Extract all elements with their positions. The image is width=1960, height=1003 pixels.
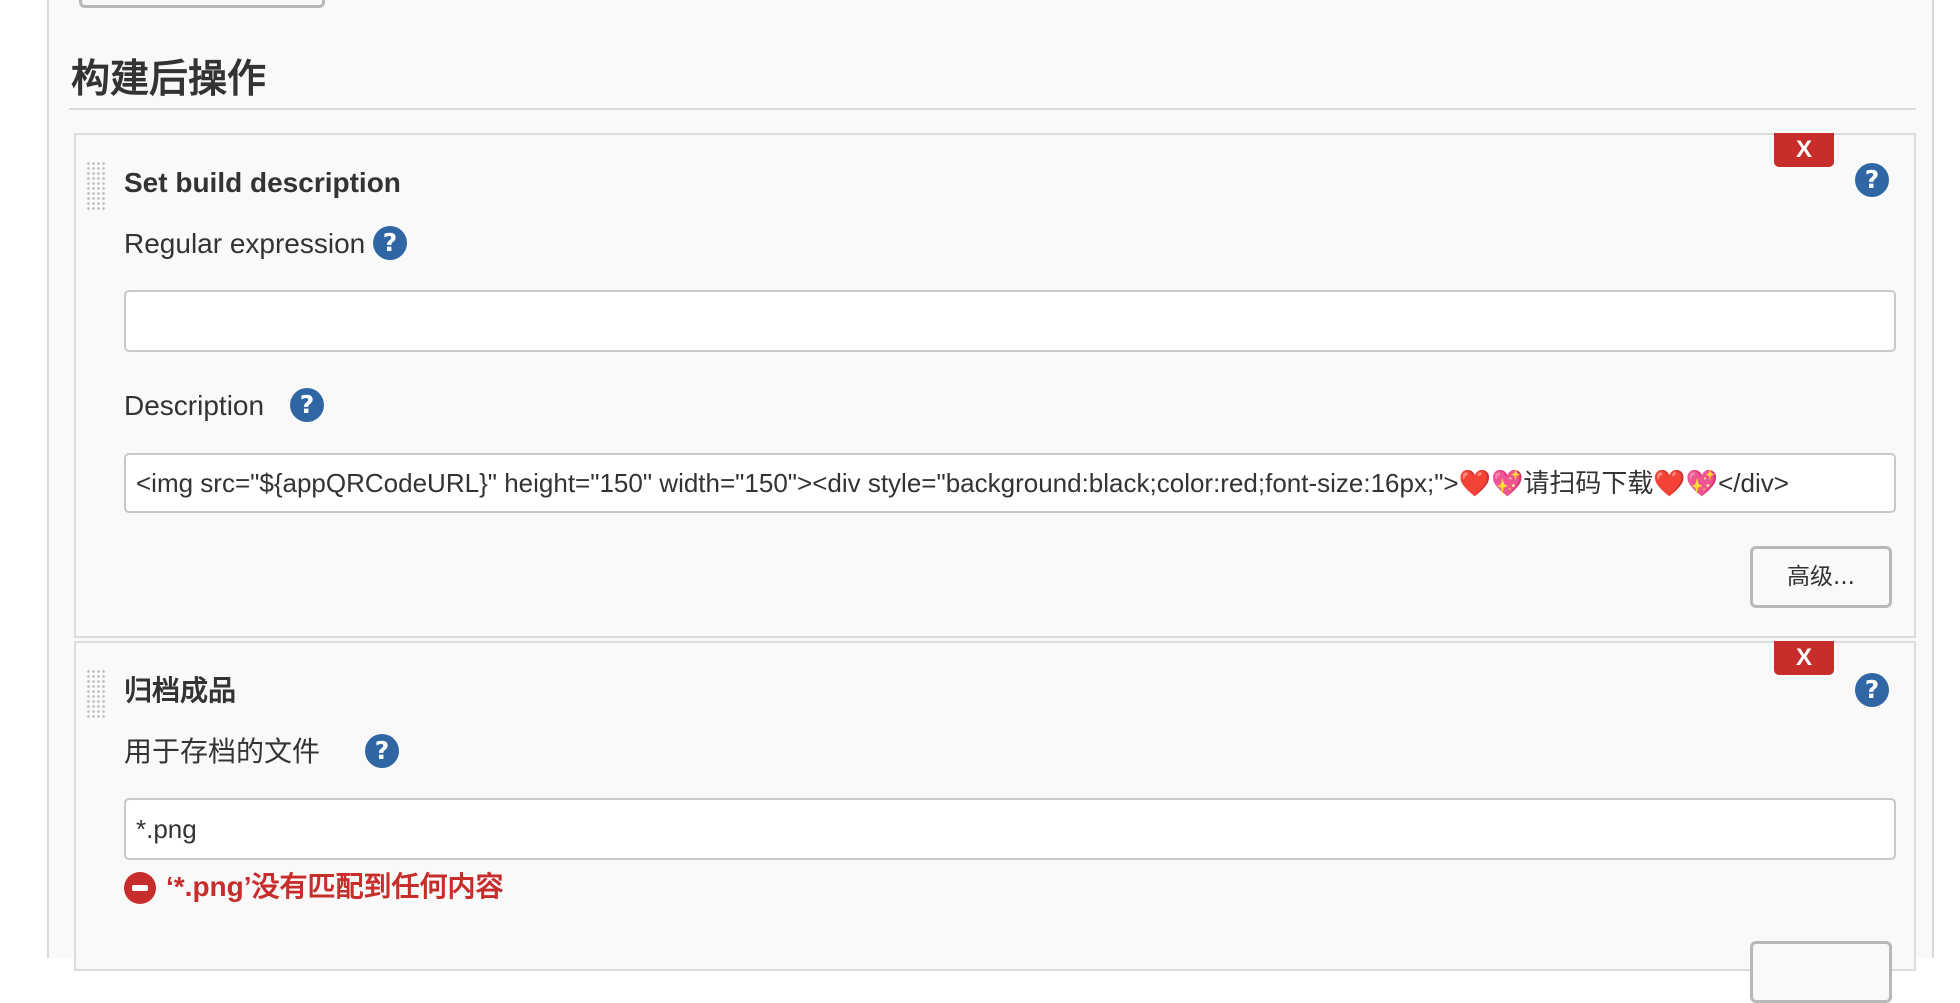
description-label: Description	[124, 390, 265, 421]
drag-handle-icon[interactable]	[86, 669, 106, 719]
help-icon[interactable]: ?	[1855, 163, 1889, 197]
advanced-button[interactable]: 高级...	[1750, 546, 1892, 608]
description-input[interactable]: <img src="${appQRCodeURL}" height="150" …	[124, 453, 1896, 513]
drag-handle-icon[interactable]	[86, 161, 106, 211]
section-title: 构建后操作	[71, 57, 267, 102]
description-help-icon[interactable]: ?	[290, 388, 324, 422]
error-message: ‘*.png’没有匹配到任何内容	[166, 871, 504, 902]
previous-section-button[interactable]	[79, 0, 325, 8]
regex-help-icon[interactable]: ?	[373, 226, 407, 260]
delete-step-button[interactable]: X	[1774, 133, 1834, 167]
regex-label: Regular expression	[124, 228, 366, 259]
help-icon[interactable]: ?	[1855, 673, 1889, 707]
delete-step-button[interactable]: X	[1774, 641, 1834, 675]
archive-files-label: 用于存档的文件	[124, 736, 321, 767]
post-build-step-archive-artifacts: 归档成品 X ? 用于存档的文件 ? *.png ‘*.png’没有匹配到任何内…	[74, 641, 1916, 1003]
step-title: Set build description	[124, 167, 401, 198]
archive-files-help-icon[interactable]: ?	[365, 734, 399, 768]
step-title: 归档成品	[124, 675, 237, 706]
no-entry-icon	[124, 872, 156, 904]
config-panel: 构建后操作 Set build description X ? Regular …	[47, 0, 1934, 1003]
archive-files-input[interactable]: *.png	[124, 798, 1896, 860]
post-build-step-set-description: Set build description X ? Regular expres…	[74, 133, 1916, 638]
regex-input[interactable]	[124, 290, 1896, 352]
section-divider	[69, 108, 1916, 110]
advanced-button[interactable]	[1750, 941, 1892, 1003]
